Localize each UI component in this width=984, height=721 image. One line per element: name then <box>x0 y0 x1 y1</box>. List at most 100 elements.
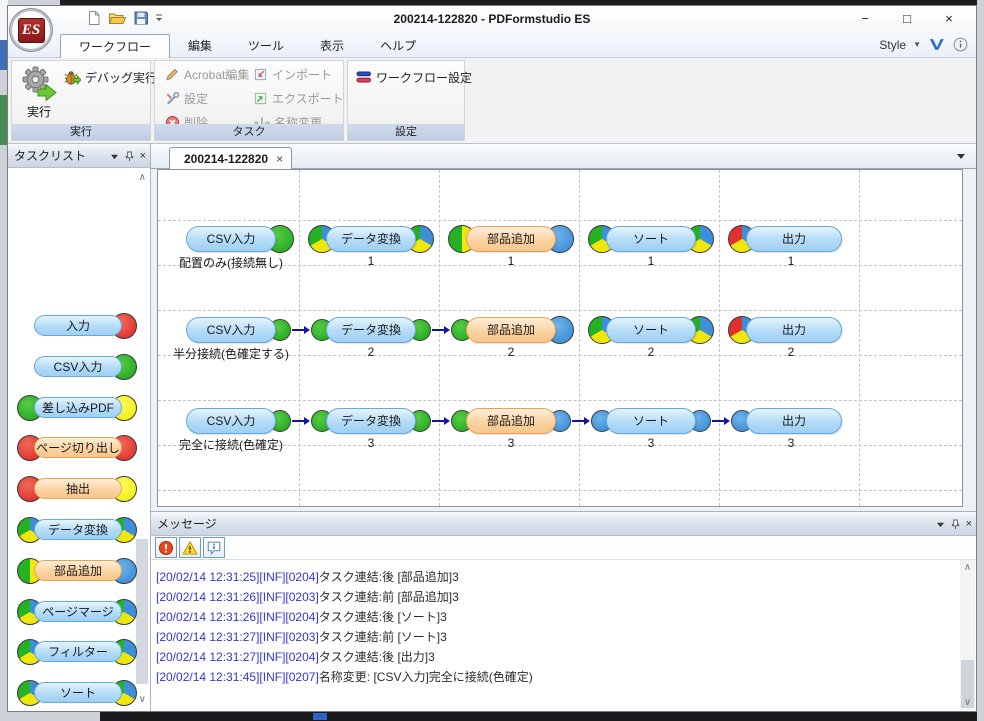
info-circle-icon[interactable] <box>953 37 968 52</box>
pin-icon[interactable] <box>125 151 134 162</box>
task-list-item-ページマージ[interactable]: ページマージ <box>8 598 138 626</box>
panel-close-icon[interactable]: × <box>140 144 146 168</box>
task-pill: CSV入力 <box>34 356 122 377</box>
node-pill[interactable]: 出力 <box>746 408 842 434</box>
ribbon-item-設定[interactable]: 設定 <box>165 90 249 107</box>
ribbon-group-caption-run: 実行 <box>12 124 150 140</box>
panel-close-icon[interactable]: × <box>966 512 972 536</box>
message-panel-header: メッセージ × <box>151 512 976 536</box>
log-entry: [20/02/14 12:31:25][INF][0204]タスク連結:後 [部… <box>156 568 956 586</box>
application-menu-button[interactable]: ES <box>10 9 52 51</box>
ribbon-group-task: Acrobat編集設定削除 インポートエクスポートae名称変更 タスク <box>154 60 344 141</box>
task-pill: 入力 <box>34 315 122 336</box>
task-list-item-部品追加[interactable]: 部品追加 <box>8 557 138 585</box>
ribbon-item-インポート[interactable]: インポート <box>253 66 344 83</box>
task-list-item-抽出[interactable]: 抽出 <box>8 475 138 503</box>
style-dropdown-icon[interactable]: ▼ <box>913 40 921 49</box>
node-pill[interactable]: 部品追加 <box>466 408 556 434</box>
log-entry: [20/02/14 12:31:27][INF][0204]タスク連結:後 [出… <box>156 648 956 666</box>
node-pill[interactable]: CSV入力 <box>186 317 276 343</box>
ribbon-item-label: インポート <box>272 66 332 83</box>
node-pill[interactable]: データ変換 <box>326 408 416 434</box>
scroll-up-icon[interactable]: ∧ <box>960 562 975 573</box>
pin-icon[interactable] <box>951 519 960 530</box>
task-pill: フィルター <box>34 641 122 662</box>
message-scrollbar[interactable]: ∧ ∨ <box>960 560 975 710</box>
task-list-item-ページ切り出し[interactable]: ページ切り出し <box>8 434 138 462</box>
menu-tab-編集[interactable]: 編集 <box>170 34 230 58</box>
document-tab-close-icon[interactable]: × <box>276 152 283 166</box>
message-filter-info-balloon-icon[interactable] <box>203 537 225 558</box>
task-list-item-CSV入力[interactable]: CSV入力 <box>8 353 138 381</box>
node-pill[interactable]: 出力 <box>746 317 842 343</box>
document-tab[interactable]: 200214-122820 × <box>169 147 292 169</box>
run-gear-icon <box>21 65 57 101</box>
task-pill: 抽出 <box>34 478 122 499</box>
panel-menu-icon[interactable] <box>110 153 119 160</box>
message-filter-error-icon[interactable] <box>155 537 177 558</box>
task-list-item-フィルター[interactable]: フィルター <box>8 638 138 666</box>
task-list-scroll-down[interactable]: ∨ <box>139 694 146 705</box>
menu-tab-ヘルプ[interactable]: ヘルプ <box>362 34 434 58</box>
node-pill[interactable]: ソート <box>606 408 696 434</box>
connection-arrowhead <box>724 417 730 425</box>
debug-run-button[interactable]: デバッグ実行 <box>64 69 157 86</box>
menu-tab-ツール[interactable]: ツール <box>230 34 302 58</box>
node-sub-label: 3 <box>701 436 881 450</box>
connection-arrowhead <box>304 326 310 334</box>
node-pill[interactable]: データ変換 <box>326 317 416 343</box>
workflow-canvas[interactable]: CSV入力配置のみ(接続無し)データ変換1部品追加1ソート1出力1CSV入力半分… <box>157 169 963 507</box>
background-window-fragment-bottom <box>100 712 984 721</box>
import-icon <box>253 67 268 82</box>
close-button[interactable]: × <box>928 6 970 30</box>
menu-tab-ワークフロー[interactable]: ワークフロー <box>60 34 170 58</box>
task-pill: ページ切り出し <box>34 437 122 458</box>
message-panel-title: メッセージ <box>157 517 217 531</box>
ribbon-item-Acrobat編集[interactable]: Acrobat編集 <box>165 66 249 83</box>
connection-arrowhead <box>444 417 450 425</box>
ribbon: 実行 デバッグ実行 実行 Acrobat <box>8 58 976 144</box>
ribbon-item-エクスポート[interactable]: エクスポート <box>253 90 344 107</box>
menu-tab-表示[interactable]: 表示 <box>302 34 362 58</box>
debug-icon <box>64 70 81 86</box>
message-filter-warning-icon[interactable] <box>179 537 201 558</box>
node-pill[interactable]: 出力 <box>746 226 842 252</box>
style-label[interactable]: Style <box>879 38 906 52</box>
minimize-button[interactable]: − <box>844 6 886 30</box>
background-fragment-right <box>977 0 984 721</box>
message-panel: メッセージ × ∧ ∨ [20/02/14 12:31:25][INF][020… <box>151 511 976 711</box>
task-list-item-差し込みPDF[interactable]: 差し込みPDF <box>8 394 138 422</box>
ribbon-item-label: 設定 <box>184 90 208 107</box>
grid-line <box>158 220 962 221</box>
log-entry: [20/02/14 12:31:26][INF][0203]タスク連結:前 [部… <box>156 588 956 606</box>
node-pill[interactable]: 部品追加 <box>466 226 556 252</box>
task-list-item-入力[interactable]: 入力 <box>8 312 138 340</box>
ribbon-item-label: Acrobat編集 <box>184 66 249 83</box>
node-pill[interactable]: ソート <box>606 317 696 343</box>
task-pill: データ変換 <box>34 519 122 540</box>
task-list-item-ソート[interactable]: ソート <box>8 679 138 707</box>
app-window: 200214-122820 - PDFormstudio ES − □ × ES… <box>7 5 977 712</box>
node-pill[interactable]: 部品追加 <box>466 317 556 343</box>
node-pill[interactable]: ソート <box>606 226 696 252</box>
task-list-scroll-up[interactable]: ∧ <box>139 172 146 183</box>
task-list-item-データ変換[interactable]: データ変換 <box>8 516 138 544</box>
node-pill[interactable]: データ変換 <box>326 226 416 252</box>
window-title: 200214-122820 - PDFormstudio ES <box>8 12 976 26</box>
workflow-settings-label: ワークフロー設定 <box>376 69 472 86</box>
maximize-button[interactable]: □ <box>886 6 928 30</box>
task-list-title: タスクリスト <box>14 149 86 163</box>
workflow-settings-button[interactable]: ワークフロー設定 <box>356 69 472 86</box>
node-pill[interactable]: CSV入力 <box>186 408 276 434</box>
grid-line <box>158 490 962 491</box>
log-entry: [20/02/14 12:31:27][INF][0203]タスク連結:前 [ソ… <box>156 628 956 646</box>
grid-line <box>158 400 962 401</box>
panel-menu-icon[interactable] <box>936 521 945 528</box>
task-settings-icon <box>165 91 180 106</box>
node-pill[interactable]: CSV入力 <box>186 226 276 252</box>
connection-arrowhead <box>584 417 590 425</box>
task-pill: 部品追加 <box>34 560 122 581</box>
scroll-down-icon[interactable]: ∨ <box>960 697 975 708</box>
run-button[interactable]: 実行 <box>16 65 62 123</box>
tab-list-dropdown-icon[interactable] <box>956 152 966 160</box>
